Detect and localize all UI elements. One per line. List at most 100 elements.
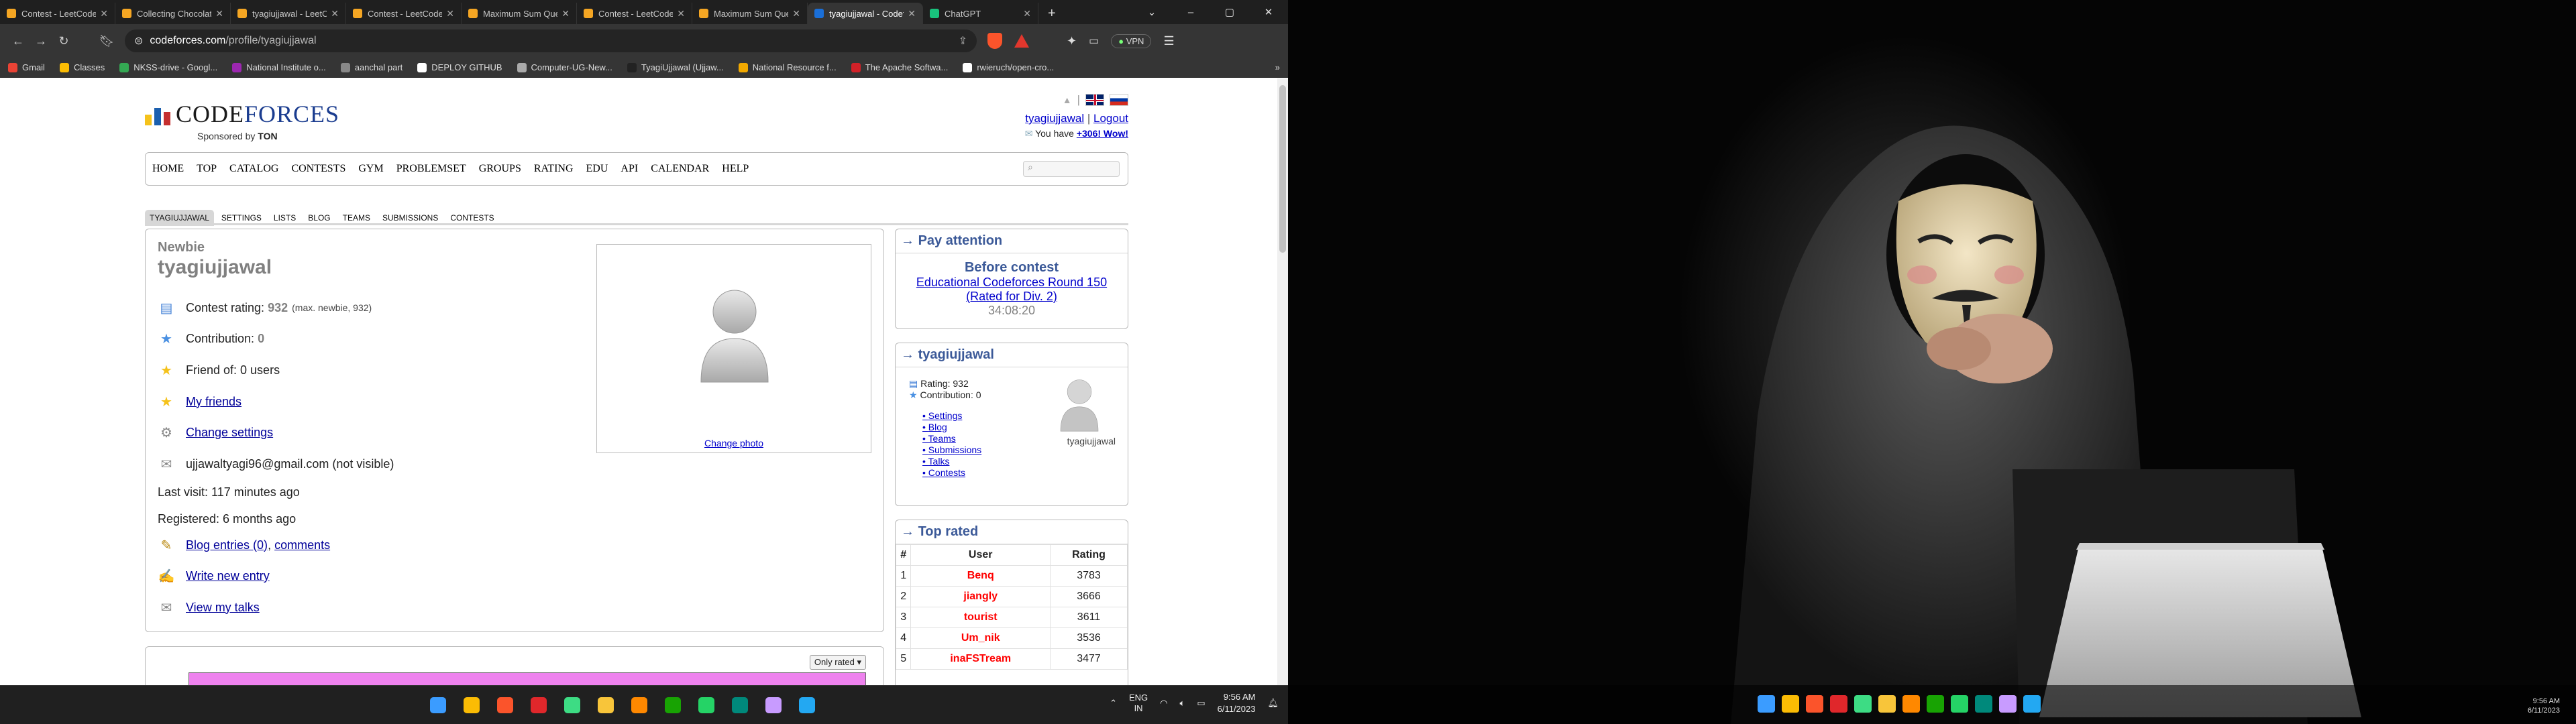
- address-bar[interactable]: ⊜ codeforces.com/profile/tyagiujjawal ⇪: [125, 29, 977, 52]
- chrome-icon[interactable]: [459, 692, 484, 718]
- tab-close-icon[interactable]: ✕: [677, 8, 685, 19]
- tab-close-icon[interactable]: ✕: [1023, 8, 1031, 19]
- search-input[interactable]: ⌕: [1023, 161, 1120, 177]
- codeforces-logo[interactable]: Codeforces: [145, 102, 339, 126]
- rated-div-link[interactable]: (Rated for Div. 2): [966, 290, 1057, 303]
- whatsapp-icon[interactable]: [1951, 695, 1968, 713]
- tab-5[interactable]: Contest - LeetCode ✕: [577, 3, 692, 24]
- vscode-icon[interactable]: [794, 692, 820, 718]
- sidebar-link-settings[interactable]: • Settings: [922, 410, 981, 422]
- whatsapp-icon[interactable]: [694, 692, 719, 718]
- tab-close-icon[interactable]: ✕: [792, 8, 800, 19]
- new-tab-button[interactable]: +: [1038, 3, 1065, 24]
- brave-icon[interactable]: [1806, 695, 1823, 713]
- wow-link[interactable]: +306! Wow!: [1077, 128, 1128, 139]
- view-talks-link[interactable]: View my talks: [186, 601, 260, 615]
- tab-6[interactable]: Maximum Sum Queries ✕: [692, 3, 808, 24]
- bookmark-item[interactable]: National Institute o...: [232, 62, 326, 72]
- libreoffice-icon[interactable]: [660, 692, 686, 718]
- file-explorer-icon[interactable]: [593, 692, 619, 718]
- volume-icon[interactable]: 🔈︎: [1180, 698, 1185, 709]
- maximize-button[interactable]: ▢: [1210, 6, 1249, 18]
- file-explorer-icon[interactable]: [1878, 695, 1896, 713]
- tab-0[interactable]: Contest - LeetCode ✕: [0, 3, 115, 24]
- sidebar-link-talks[interactable]: • Talks: [922, 456, 981, 467]
- change-photo-link[interactable]: Change photo: [704, 438, 763, 448]
- vpn-button[interactable]: ● VPN: [1111, 34, 1152, 48]
- vscode-icon[interactable]: [2023, 695, 2041, 713]
- menu-item-help[interactable]: HELP: [722, 163, 749, 175]
- clock[interactable]: 9:56 AM 6/11/2023: [1218, 691, 1256, 715]
- close-button[interactable]: ✕: [1249, 6, 1288, 18]
- contest-link[interactable]: Educational Codeforces Round 150: [916, 276, 1107, 289]
- tab-4[interactable]: Maximum Sum Queries ✕: [462, 3, 577, 24]
- meet-icon[interactable]: [727, 692, 753, 718]
- tab-close-icon[interactable]: ✕: [100, 8, 108, 19]
- app-icon[interactable]: [761, 692, 786, 718]
- chevron-up-icon[interactable]: ⌃: [1110, 698, 1117, 709]
- android-studio-icon[interactable]: [1854, 695, 1872, 713]
- page-scrollbar[interactable]: [1277, 78, 1288, 685]
- bookmark-item[interactable]: Classes: [59, 62, 105, 72]
- minimize-button[interactable]: –: [1171, 7, 1210, 18]
- comments-link[interactable]: comments: [274, 538, 330, 552]
- tab-close-icon[interactable]: ✕: [446, 8, 454, 19]
- bookmark-item[interactable]: Gmail: [8, 62, 45, 72]
- user-cell[interactable]: tourist: [910, 607, 1051, 628]
- tab-8[interactable]: ChatGPT ✕: [923, 3, 1038, 24]
- chrome-icon[interactable]: [1782, 695, 1799, 713]
- tab-2[interactable]: tyagiujjawal - LeetCode ✕: [231, 3, 346, 24]
- user-link[interactable]: tyagiujjawal: [1025, 112, 1084, 125]
- language-indicator[interactable]: ENG IN: [1129, 692, 1148, 714]
- tab-close-icon[interactable]: ✕: [908, 8, 916, 19]
- wifi-icon[interactable]: ◠: [1160, 698, 1167, 709]
- tab-close-icon[interactable]: ✕: [561, 8, 570, 19]
- opera-icon[interactable]: [526, 692, 551, 718]
- bookmark-item[interactable]: DEPLOY GITHUB: [417, 62, 502, 72]
- tab-1[interactable]: Collecting Chocolates ✕: [115, 3, 231, 24]
- bookmark-item[interactable]: The Apache Softwa...: [851, 62, 948, 72]
- russian-flag-icon[interactable]: [1110, 94, 1128, 106]
- extensions-icon[interactable]: ✦: [1067, 34, 1077, 48]
- menu-item-gym[interactable]: GYM: [358, 163, 383, 175]
- menu-item-rating[interactable]: RATING: [534, 163, 574, 175]
- tab-close-icon[interactable]: ✕: [331, 8, 339, 19]
- brave-shield-icon[interactable]: [987, 33, 1002, 49]
- forward-icon[interactable]: →: [30, 34, 52, 48]
- sidebar-link-blog[interactable]: • Blog: [922, 422, 981, 433]
- menu-item-calendar[interactable]: CALENDAR: [651, 163, 709, 175]
- libreoffice-icon[interactable]: [1927, 695, 1944, 713]
- sidebar-link-contests[interactable]: • Contests: [922, 467, 981, 479]
- share-icon[interactable]: ⇪: [959, 34, 967, 48]
- back-icon[interactable]: ←: [7, 34, 30, 48]
- clock-secondary[interactable]: 9:56 AM 6/11/2023: [2528, 697, 2560, 715]
- reload-icon[interactable]: ↻: [52, 34, 75, 48]
- sidebar-icon[interactable]: ▭: [1089, 34, 1099, 48]
- vlc-icon[interactable]: [627, 692, 652, 718]
- tab-7[interactable]: tyagiujjawal - Codeforces ✕: [808, 3, 923, 24]
- user-cell[interactable]: jiangly: [910, 586, 1051, 607]
- bookmark-item[interactable]: Computer-UG-New...: [517, 62, 612, 72]
- menu-item-catalog[interactable]: CATALOG: [229, 163, 278, 175]
- app-icon[interactable]: [1999, 695, 2017, 713]
- only-rated-select[interactable]: Only rated ▾: [809, 655, 866, 670]
- menu-item-contests[interactable]: CONTESTS: [291, 163, 345, 175]
- bookmark-item[interactable]: rwieruch/open-cro...: [963, 62, 1054, 72]
- bookmark-item[interactable]: aanchal part: [340, 62, 402, 72]
- android-studio-icon[interactable]: [559, 692, 585, 718]
- notification-icon[interactable]: ▲: [1063, 95, 1072, 105]
- user-cell[interactable]: Benq: [910, 565, 1051, 587]
- menu-icon[interactable]: ☰: [1163, 34, 1174, 48]
- bookmark-item[interactable]: National Resource f...: [738, 62, 837, 72]
- opera-icon[interactable]: [1830, 695, 1847, 713]
- windows-start-icon[interactable]: [1758, 695, 1775, 713]
- english-flag-icon[interactable]: [1085, 94, 1104, 106]
- menu-item-top[interactable]: TOP: [197, 163, 217, 175]
- battery-icon[interactable]: ▭: [1197, 698, 1205, 709]
- meet-icon[interactable]: [1975, 695, 1992, 713]
- brave-icon[interactable]: [492, 692, 518, 718]
- sidebar-link-submissions[interactable]: • Submissions: [922, 444, 981, 456]
- user-cell[interactable]: inaFSTream: [910, 648, 1051, 670]
- menu-item-edu[interactable]: EDU: [586, 163, 608, 175]
- menu-item-problemset[interactable]: PROBLEMSET: [396, 163, 466, 175]
